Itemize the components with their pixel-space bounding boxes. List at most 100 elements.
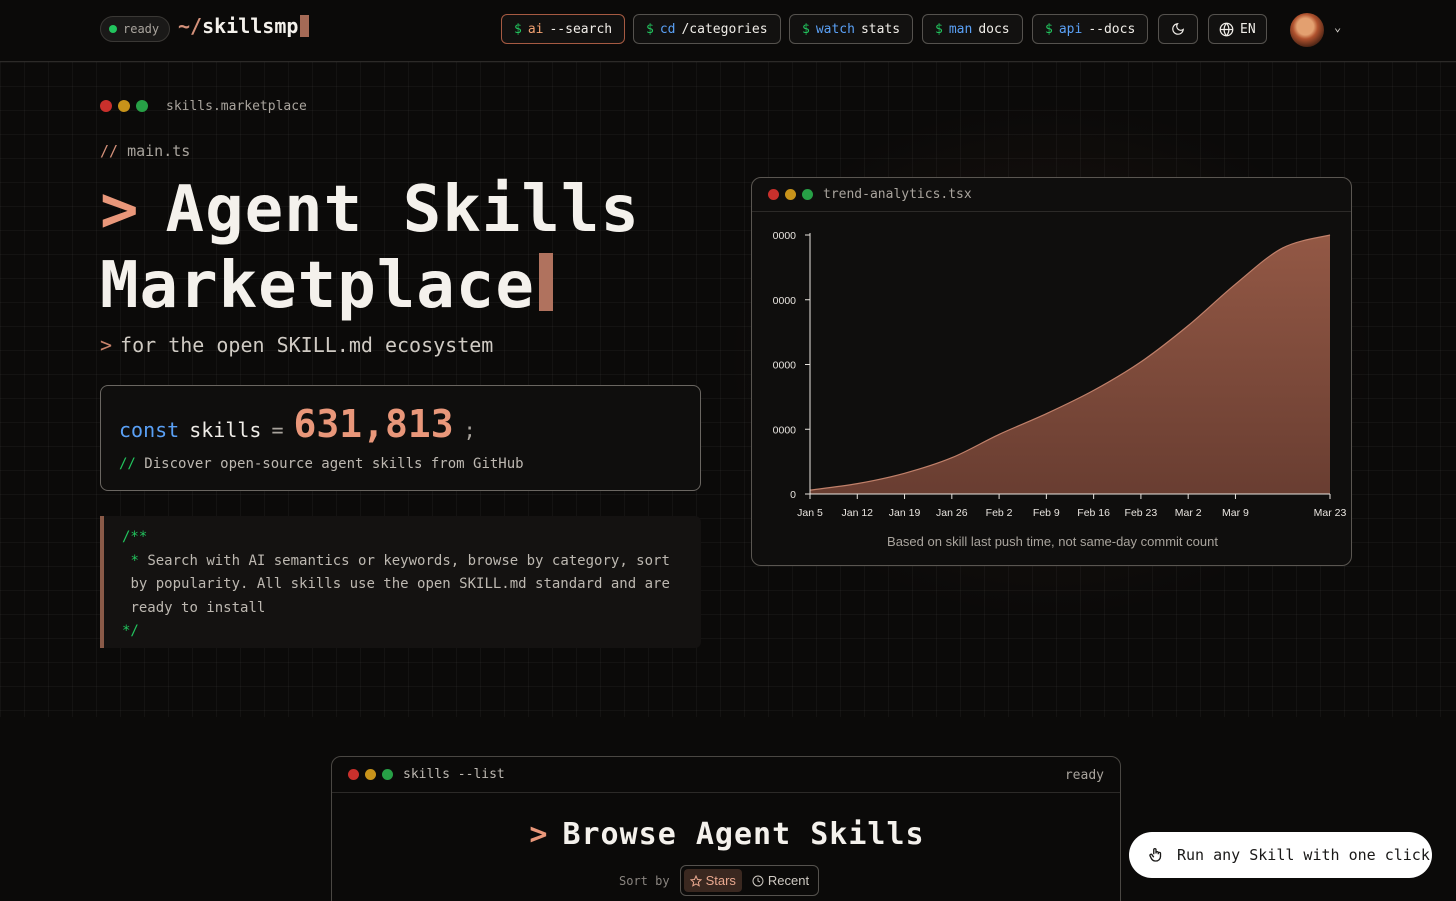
const-declaration: const skills = 631,813 ;: [119, 402, 476, 446]
file-comment: // main.ts: [100, 142, 190, 160]
cursor-caret: [300, 15, 310, 37]
prompt-symbol: $: [1045, 21, 1053, 37]
const-semicolon: ;: [463, 418, 476, 442]
prompt-symbol: $: [514, 21, 522, 37]
maximize-dot-icon: [382, 769, 393, 780]
window-controls: [348, 769, 393, 780]
trend-analytics-card: trend-analytics.tsx 0 0000 0000 0000 0000 Jan…: [751, 177, 1352, 566]
doc-close: */: [122, 623, 139, 639]
nav-argument: --search: [549, 21, 613, 37]
file-comment-text: main.ts: [127, 142, 191, 160]
clock-icon: [752, 875, 764, 886]
brand-prefix: ~/: [178, 14, 203, 38]
language-selector-button[interactable]: EN: [1208, 14, 1267, 44]
browse-title: > Browse Agent Skills: [332, 817, 1122, 852]
user-avatar[interactable]: [1290, 13, 1324, 47]
moon-icon: [1172, 23, 1184, 35]
prompt-symbol: $: [646, 21, 654, 37]
minimize-dot-icon: [785, 189, 796, 200]
status-dot-icon: [109, 25, 117, 33]
browse-title-text: Browse Agent Skills: [562, 817, 925, 852]
x-tick-label: Jan 12: [842, 507, 874, 519]
title-line-1: Agent Skills: [165, 173, 640, 247]
nav-argument: --docs: [1088, 21, 1136, 37]
x-tick-label: Jan 26: [936, 507, 968, 519]
hero-window-title: skills.marketplace: [166, 99, 307, 114]
x-tick-label: Jan 5: [797, 507, 823, 519]
subtitle-prompt: >: [100, 333, 113, 357]
browse-skills-card: skills --list ready > Browse Agent Skills…: [331, 756, 1121, 901]
comment-slashes: //: [100, 142, 119, 160]
subtitle-text: for the open SKILL.md ecosystem: [120, 333, 494, 357]
doc-line-text: Search with AI semantics or keywords, br…: [147, 552, 670, 569]
const-comment: // Discover open-source agent skills fro…: [119, 456, 524, 472]
cta-label: Run any Skill with one click: [1177, 846, 1430, 864]
chart-footnote: Based on skill last push time, not same-…: [887, 534, 1218, 549]
doc-line: by popularity. All skills use the open S…: [122, 573, 683, 597]
prompt-symbol: $: [935, 21, 943, 37]
x-tick-label: Feb 2: [986, 507, 1013, 519]
nav-ai-search-button[interactable]: $ ai --search: [501, 14, 626, 44]
nav-command: api: [1058, 21, 1083, 37]
prompt-symbol: $: [802, 21, 810, 37]
nav-categories-button[interactable]: $ cd /categories: [633, 14, 781, 44]
brand-logo-link[interactable]: ~/ skillsmp: [178, 14, 310, 38]
status-text: ready: [123, 22, 160, 36]
nav-argument: /categories: [681, 21, 768, 37]
sort-stars-button[interactable]: Stars: [683, 869, 742, 892]
maximize-dot-icon: [136, 100, 148, 112]
x-tick-label: Mar 2: [1175, 507, 1202, 519]
browse-window-header: skills --list ready: [332, 757, 1120, 793]
chevron-down-icon[interactable]: ⌄: [1334, 20, 1341, 34]
browse-status: ready: [1064, 768, 1104, 783]
doc-line-text: by popularity. All skills use the open S…: [130, 576, 670, 592]
nav-argument: docs: [978, 21, 1010, 37]
title-prompt: >: [100, 173, 140, 247]
brand-name: skillsmp: [202, 14, 299, 38]
skills-count: 631,813: [293, 402, 454, 446]
nav-command: man: [948, 21, 973, 37]
minimize-dot-icon: [118, 100, 130, 112]
doc-open: /**: [122, 529, 148, 545]
series-area: [810, 235, 1330, 494]
browse-window-title: skills --list: [403, 767, 505, 782]
sort-controls: Sort by Stars Recent: [619, 865, 820, 896]
nav-stats-button[interactable]: $ watch stats: [789, 14, 914, 44]
globe-icon: [1219, 22, 1234, 36]
minimize-dot-icon: [365, 769, 376, 780]
x-tick-label: Mar 9: [1222, 507, 1249, 519]
sort-recent-button[interactable]: Recent: [746, 869, 815, 892]
x-tick-label: Feb 23: [1125, 507, 1158, 519]
status-badge: ready: [100, 16, 171, 42]
y-tick-label: 0000: [773, 295, 797, 307]
title-cursor: [538, 253, 553, 311]
skills-count-card: const skills = 631,813 ; // Discover ope…: [100, 385, 701, 491]
close-dot-icon: [768, 189, 779, 200]
page-subtitle: > for the open SKILL.md ecosystem: [100, 333, 493, 357]
sort-toggle-group: Stars Recent: [679, 865, 820, 896]
comment-slashes: //: [119, 456, 136, 472]
sort-option-label: Recent: [767, 873, 810, 888]
close-dot-icon: [100, 100, 112, 112]
x-tick-label: Feb 9: [1033, 507, 1060, 519]
doc-line: ready to install: [122, 597, 683, 621]
chart-window-header: trend-analytics.tsx: [752, 178, 1351, 212]
const-identifier: skills: [189, 418, 262, 442]
theme-toggle-button[interactable]: [1158, 14, 1198, 44]
nav-command: ai: [527, 21, 544, 37]
close-dot-icon: [348, 769, 359, 780]
maximize-dot-icon: [802, 189, 813, 200]
doc-line: * Search with AI semantics or keywords, …: [122, 550, 683, 574]
pointer-icon: [1149, 847, 1162, 862]
sort-label: Sort by: [619, 873, 670, 888]
nav-docs-button[interactable]: $ man docs: [922, 14, 1023, 44]
sort-option-label: Stars: [705, 873, 736, 888]
trend-area-chart: 00000000000000000Jan 5 Jan 12 Jan 19 Jan 26…: [773, 230, 1347, 519]
y-tick-label: 0000: [773, 230, 797, 242]
x-tick-label: Mar 23: [1314, 507, 1347, 519]
x-tick-label: Feb 16: [1077, 507, 1110, 519]
run-skill-cta-button[interactable]: Run any Skill with one click: [1129, 832, 1432, 878]
nav-api-docs-button[interactable]: $ api --docs: [1032, 14, 1149, 44]
top-navigation: ready ~/ skillsmp $ ai --search $ cd /ca…: [0, 0, 1456, 62]
page-title: > Agent Skills Marketplace: [100, 172, 720, 324]
